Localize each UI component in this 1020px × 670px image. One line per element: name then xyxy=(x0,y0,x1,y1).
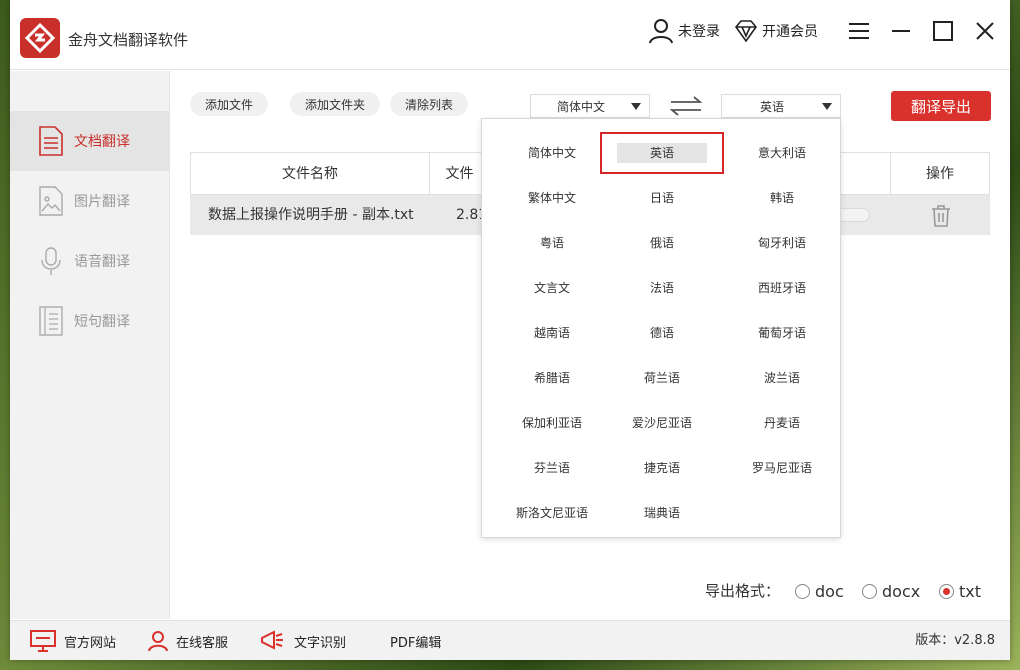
sidebar-item-document-translate[interactable]: 文档翻译 xyxy=(10,111,170,171)
source-language-value: 简体中文 xyxy=(556,99,605,114)
language-option[interactable]: 荷兰语 xyxy=(607,368,717,388)
title-bar: 金舟文档翻译软件 未登录 开通会员 xyxy=(10,0,1010,70)
login-button[interactable]: 未登录 xyxy=(648,18,720,44)
footer-bar: 官方网站 在线客服 文字识别 PDF编辑 版本：v2.8.8 xyxy=(10,620,1010,660)
text-recognition-link[interactable]: 文字识别 xyxy=(260,621,346,661)
support-agent-icon xyxy=(148,631,168,652)
minimize-button[interactable] xyxy=(886,16,916,46)
app-title: 金舟文档翻译软件 xyxy=(68,31,189,49)
language-option[interactable]: 法语 xyxy=(607,278,717,298)
add-folder-button[interactable]: 添加文件夹 xyxy=(290,92,381,116)
format-radio-doc[interactable]: doc xyxy=(795,582,844,601)
language-option[interactable]: 日语 xyxy=(607,188,717,208)
footer-label: PDF编辑 xyxy=(390,635,442,651)
language-option[interactable]: 希腊语 xyxy=(497,368,607,388)
language-option[interactable]: 波兰语 xyxy=(727,368,837,388)
diamond-icon xyxy=(734,20,758,42)
swap-icon xyxy=(669,96,703,116)
target-language-value: 英语 xyxy=(759,99,784,114)
source-language-select[interactable]: 简体中文 xyxy=(530,94,650,118)
vip-label: 开通会员 xyxy=(762,24,818,40)
language-option[interactable]: 韩语 xyxy=(727,188,837,208)
close-icon xyxy=(976,22,994,40)
format-radio-docx[interactable]: docx xyxy=(862,582,920,601)
app-logo-icon xyxy=(20,18,60,58)
language-option[interactable]: 匈牙利语 xyxy=(727,233,837,253)
column-header-name: 文件名称 xyxy=(190,153,430,195)
minimize-icon xyxy=(892,30,910,32)
language-option[interactable]: 捷克语 xyxy=(607,458,717,478)
sidebar-item-label: 文档翻译 xyxy=(74,134,130,150)
sidebar: 文档翻译 图片翻译 语音翻译 短句翻译 xyxy=(10,71,170,619)
format-label: docx xyxy=(882,582,921,601)
microphone-icon xyxy=(41,247,61,275)
user-icon xyxy=(649,19,673,44)
language-option[interactable]: 瑞典语 xyxy=(607,503,717,523)
language-option[interactable]: 罗马尼亚语 xyxy=(727,458,837,478)
app-window: 金舟文档翻译软件 未登录 开通会员 文档翻译 图片翻译 语音翻译 短句翻译 添加… xyxy=(10,0,1010,660)
radio-circle xyxy=(862,584,877,599)
language-option[interactable]: 意大利语 xyxy=(727,143,837,163)
language-option[interactable]: 俄语 xyxy=(607,233,717,253)
sidebar-item-label: 图片翻译 xyxy=(74,194,130,210)
file-name-cell: 数据上报操作说明手册 - 副本.txt xyxy=(208,207,414,223)
format-label: txt xyxy=(959,582,982,601)
language-option[interactable]: 爱沙尼亚语 xyxy=(607,413,717,433)
megaphone-icon xyxy=(261,630,283,650)
language-option[interactable]: 丹麦语 xyxy=(727,413,837,433)
format-radio-txt[interactable]: txt xyxy=(939,582,981,601)
maximize-icon xyxy=(933,21,953,41)
add-file-button[interactable]: 添加文件 xyxy=(190,92,269,116)
version-label: 版本：v2.8.8 xyxy=(915,633,995,648)
language-option[interactable]: 文言文 xyxy=(497,278,607,298)
language-option[interactable]: 粤语 xyxy=(497,233,607,253)
chevron-down-icon xyxy=(631,102,641,110)
sidebar-item-voice-translate[interactable]: 语音翻译 xyxy=(10,231,170,291)
vip-button[interactable]: 开通会员 xyxy=(734,20,818,42)
language-option[interactable]: 简体中文 xyxy=(497,143,607,163)
official-website-link[interactable]: 官方网站 xyxy=(30,621,116,661)
footer-label: 文字识别 xyxy=(294,635,347,651)
language-option[interactable]: 葡萄牙语 xyxy=(727,323,837,343)
language-option[interactable]: 越南语 xyxy=(497,323,607,343)
language-option[interactable]: 斯洛文尼亚语 xyxy=(497,503,607,523)
language-option[interactable]: 保加利亚语 xyxy=(497,413,607,433)
sidebar-item-label: 语音翻译 xyxy=(74,254,130,270)
menu-button[interactable] xyxy=(844,16,874,46)
chevron-down-icon xyxy=(822,102,832,110)
format-label: doc xyxy=(815,582,844,601)
trash-icon xyxy=(932,205,950,227)
language-option[interactable]: 西班牙语 xyxy=(727,278,837,298)
hamburger-icon xyxy=(849,23,869,39)
language-option[interactable]: 德语 xyxy=(607,323,717,343)
target-language-select[interactable]: 英语 xyxy=(721,94,841,118)
language-option[interactable]: 芬兰语 xyxy=(497,458,607,478)
login-label: 未登录 xyxy=(678,24,720,40)
radio-circle xyxy=(939,584,954,599)
swap-languages-button[interactable] xyxy=(669,94,703,118)
language-option[interactable]: 繁体中文 xyxy=(497,188,607,208)
pdf-edit-link[interactable]: PDF编辑 xyxy=(390,621,441,661)
translate-export-button[interactable]: 翻译导出 xyxy=(891,91,991,121)
document-icon xyxy=(39,126,63,156)
sidebar-item-sentence-translate[interactable]: 短句翻译 xyxy=(10,291,170,351)
language-dropdown: 简体中文 英语 意大利语繁体中文 日语 韩语粤语 俄语 匈牙利语文言文 法语 西班牙语越南语 德语… xyxy=(481,118,841,538)
online-support-link[interactable]: 在线客服 xyxy=(148,621,228,661)
maximize-button[interactable] xyxy=(928,16,958,46)
footer-label: 在线客服 xyxy=(176,635,229,651)
export-format-label: 导出格式： xyxy=(705,582,781,600)
language-option[interactable]: 英语 xyxy=(617,143,707,163)
radio-circle xyxy=(795,584,810,599)
close-button[interactable] xyxy=(970,16,1000,46)
column-header-action: 操作 xyxy=(890,153,990,195)
text-lines-icon xyxy=(39,306,63,336)
clear-list-button[interactable]: 清除列表 xyxy=(390,92,469,116)
sidebar-item-label: 短句翻译 xyxy=(74,314,130,330)
delete-button[interactable] xyxy=(931,205,951,231)
sidebar-item-image-translate[interactable]: 图片翻译 xyxy=(10,171,170,231)
monitor-icon xyxy=(30,630,56,652)
image-icon xyxy=(39,186,63,216)
footer-label: 官方网站 xyxy=(64,635,117,651)
